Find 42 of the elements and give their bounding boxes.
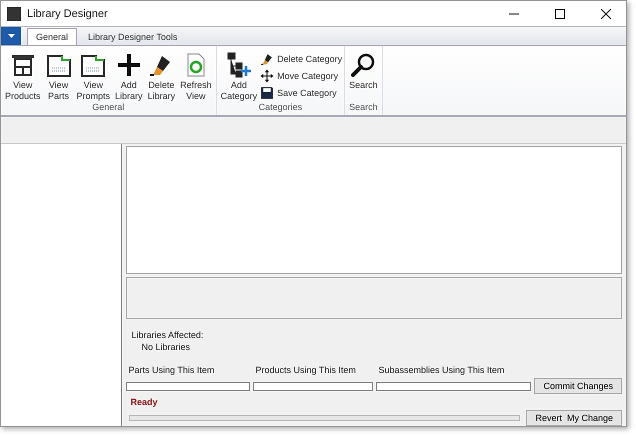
eraser-icon bbox=[260, 52, 274, 66]
input-field[interactable] bbox=[253, 382, 374, 390]
group-label: Search bbox=[348, 102, 379, 114]
ribbon-button[interactable]: Delete Library bbox=[146, 52, 178, 102]
status-text: Ready bbox=[129, 397, 158, 407]
document-icon bbox=[80, 52, 106, 78]
ribbon-button[interactable]: Move Category bbox=[260, 69, 342, 83]
save-icon bbox=[260, 86, 274, 100]
libraries-value: No Libraries bbox=[140, 342, 191, 352]
move-icon bbox=[260, 69, 274, 83]
field-label: Parts Using This Item bbox=[127, 365, 216, 375]
maximize-icon bbox=[555, 8, 565, 18]
libraries-label: Libraries Affected: bbox=[130, 330, 204, 340]
tree-icon bbox=[226, 52, 252, 78]
ribbon-button[interactable]: Add Category bbox=[218, 52, 260, 102]
cabinet-icon bbox=[10, 52, 36, 78]
input-field[interactable] bbox=[376, 382, 532, 390]
ribbon-button[interactable]: View Products bbox=[3, 52, 43, 102]
ribbon-tab[interactable]: General bbox=[27, 28, 78, 45]
window-title: Library Designer bbox=[27, 8, 109, 20]
ribbon-button[interactable]: View Parts bbox=[44, 52, 74, 102]
commit-button[interactable]: Commit Changes bbox=[534, 378, 622, 394]
ribbon-tab[interactable]: Library Designer Tools bbox=[79, 28, 186, 45]
app-icon bbox=[7, 6, 21, 20]
field-label: Subassemblies Using This Item bbox=[377, 365, 506, 375]
caret-icon bbox=[8, 34, 14, 38]
ribbon-button[interactable]: Search bbox=[347, 52, 380, 102]
ribbon-button[interactable]: View Prompts bbox=[74, 52, 112, 102]
close-icon bbox=[601, 8, 611, 18]
group-label: Categories bbox=[258, 102, 304, 114]
ribbon-button[interactable]: Delete Category bbox=[260, 52, 342, 66]
menu-button[interactable] bbox=[1, 27, 21, 45]
group-label: General bbox=[91, 102, 126, 114]
input-field[interactable] bbox=[126, 382, 250, 390]
field-label: Products Using This Item bbox=[254, 365, 357, 375]
revert-button[interactable]: Revert My Change bbox=[526, 410, 622, 426]
search-icon bbox=[350, 52, 376, 78]
plus-icon bbox=[116, 52, 142, 78]
document-icon bbox=[46, 52, 72, 78]
ribbon-button[interactable]: Refresh View bbox=[178, 52, 214, 102]
ribbon-button[interactable]: Add Library bbox=[113, 52, 145, 102]
ribbon-button[interactable]: Save Category bbox=[260, 86, 342, 100]
